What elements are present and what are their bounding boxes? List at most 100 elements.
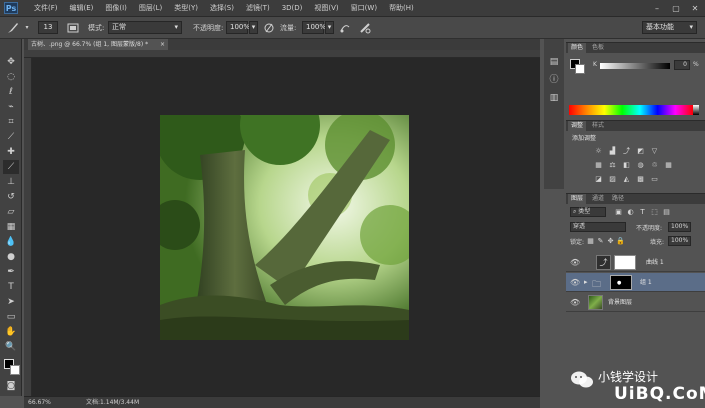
layer-filter-select[interactable]: ⌕ 类型 — [570, 207, 606, 217]
dodge-tool-icon[interactable]: ● — [3, 250, 19, 264]
document-tab[interactable]: 古树、.png @ 66.7% (组 1, 图层蒙版/8) * × — [28, 39, 168, 50]
invert-icon[interactable]: ◪ — [594, 175, 603, 183]
color-lookup-icon[interactable]: ▦ — [664, 161, 673, 169]
flow-field[interactable]: 100% — [302, 21, 326, 34]
tab-swatches[interactable]: 色板 — [592, 43, 604, 53]
group-mask-thumbnail[interactable]: ● — [610, 275, 632, 290]
lasso-tool-icon[interactable]: ℓ — [3, 85, 19, 99]
filter-type-icon[interactable]: T — [638, 208, 647, 216]
pen-tool-icon[interactable]: ✒ — [3, 265, 19, 279]
visibility-eye-icon[interactable]: 👁 — [570, 278, 580, 287]
horizontal-ruler[interactable] — [24, 50, 540, 58]
tab-channels[interactable]: 通道 — [592, 194, 604, 204]
move-tool-icon[interactable]: ✥ — [3, 55, 19, 69]
clone-stamp-tool-icon[interactable]: ⊥ — [3, 175, 19, 189]
lock-transparency-icon[interactable]: ▦ — [586, 237, 595, 245]
fill-field[interactable]: 100% — [668, 236, 691, 246]
pressure-size-icon[interactable] — [358, 21, 372, 35]
filter-pixel-icon[interactable]: ▣ — [614, 208, 623, 216]
mode-select[interactable]: 正常 ▾ — [108, 21, 182, 34]
brush-tool-icon[interactable] — [6, 21, 20, 35]
info-panel-icon[interactable]: ⓘ — [546, 73, 562, 87]
eraser-tool-icon[interactable]: ▱ — [3, 205, 19, 219]
close-tab-icon[interactable]: × — [160, 39, 165, 50]
quick-mask-icon[interactable]: ◙ — [3, 379, 19, 393]
zoom-tool-icon[interactable]: 🔍 — [3, 340, 19, 354]
blur-tool-icon[interactable]: 💧 — [3, 235, 19, 249]
minimize-button[interactable]: – — [648, 0, 666, 17]
layer-row-curves[interactable]: 👁 ⤴ 曲线 1 — [566, 253, 705, 272]
levels-icon[interactable]: ▟ — [608, 147, 617, 155]
close-button[interactable]: ✕ — [686, 0, 704, 17]
document-info[interactable]: 文档:1.14M/3.44M — [86, 397, 139, 408]
brush-size-field[interactable]: 13 — [38, 21, 58, 34]
visibility-eye-icon[interactable]: 👁 — [570, 298, 580, 307]
tab-layers[interactable]: 图层 — [568, 194, 587, 204]
quick-select-tool-icon[interactable]: ⌁ — [3, 100, 19, 114]
threshold-icon[interactable]: ◭ — [622, 175, 631, 183]
lock-pixels-icon[interactable]: ✎ — [596, 237, 605, 245]
history-panel-icon[interactable]: ▤ — [546, 55, 562, 69]
vibrance-icon[interactable]: ▽ — [650, 147, 659, 155]
zoom-level[interactable]: 66.67% — [28, 397, 51, 408]
filter-shape-icon[interactable]: ⬚ — [650, 208, 659, 216]
layer-row-group[interactable]: 👁 ▸ 🗀 ● 组 1 — [566, 273, 705, 292]
menu-image[interactable]: 图像(I) — [99, 0, 133, 17]
black-white-icon[interactable]: ◧ — [622, 161, 631, 169]
hue-saturation-icon[interactable]: ▦ — [594, 161, 603, 169]
gradient-tool-icon[interactable]: ▦ — [3, 220, 19, 234]
blend-mode-select[interactable]: 穿透 — [570, 222, 626, 232]
lock-position-icon[interactable]: ✥ — [606, 237, 615, 245]
background-thumbnail[interactable] — [588, 295, 603, 310]
healing-brush-tool-icon[interactable]: ✚ — [3, 145, 19, 159]
menu-window[interactable]: 窗口(W) — [345, 0, 383, 17]
type-tool-icon[interactable]: T — [3, 280, 19, 294]
lock-all-icon[interactable]: 🔒 — [616, 237, 625, 245]
layer-name[interactable]: 组 1 — [640, 273, 652, 292]
crop-tool-icon[interactable]: ⌗ — [3, 115, 19, 129]
tab-paths[interactable]: 路径 — [612, 194, 624, 204]
tab-color[interactable]: 颜色 — [568, 43, 587, 53]
exposure-icon[interactable]: ◩ — [636, 147, 645, 155]
photo-filter-icon[interactable]: ◍ — [636, 161, 645, 169]
history-brush-tool-icon[interactable]: ↺ — [3, 190, 19, 204]
flow-dropdown[interactable]: ▾ — [325, 21, 334, 34]
brightness-contrast-icon[interactable]: ☼ — [594, 147, 603, 155]
rectangle-tool-icon[interactable]: ▭ — [3, 310, 19, 324]
menu-filter[interactable]: 滤镜(T) — [240, 0, 276, 17]
path-select-tool-icon[interactable]: ➤ — [3, 295, 19, 309]
properties-panel-icon[interactable]: ▥ — [546, 91, 562, 105]
hand-tool-icon[interactable]: ✋ — [3, 325, 19, 339]
k-value-field[interactable]: 0 — [674, 60, 690, 70]
grayscale-ramp[interactable] — [693, 105, 699, 115]
layer-opacity-field[interactable]: 100% — [668, 222, 691, 232]
restore-button[interactable]: ▢ — [667, 0, 685, 17]
filter-adjustment-icon[interactable]: ◐ — [626, 208, 635, 216]
brush-tool-icon[interactable]: ⟋ — [3, 160, 19, 174]
menu-3d[interactable]: 3D(D) — [276, 0, 309, 17]
marquee-tool-icon[interactable]: ◌ — [3, 70, 19, 84]
expand-arrow-icon[interactable]: ▸ — [584, 278, 588, 286]
tree-photo-canvas[interactable] — [160, 115, 409, 340]
menu-help[interactable]: 帮助(H) — [383, 0, 420, 17]
tab-adjustments[interactable]: 调整 — [568, 121, 587, 131]
brush-panel-icon[interactable] — [66, 21, 80, 35]
vertical-ruler[interactable] — [24, 58, 32, 396]
opacity-field[interactable]: 100% — [226, 21, 250, 34]
channel-mixer-icon[interactable]: ♲ — [650, 161, 659, 169]
workspace-select[interactable]: 基本功能 ▾ — [642, 21, 697, 34]
selective-color-icon[interactable]: ▩ — [636, 175, 645, 183]
pressure-opacity-icon[interactable] — [262, 21, 276, 35]
filter-smart-object-icon[interactable]: ▤ — [662, 208, 671, 216]
airbrush-icon[interactable] — [338, 21, 352, 35]
menu-edit[interactable]: 编辑(E) — [64, 0, 100, 17]
curves-icon[interactable]: ⤴ — [622, 147, 631, 155]
layer-name[interactable]: 曲线 1 — [646, 253, 664, 272]
opacity-dropdown[interactable]: ▾ — [249, 21, 258, 34]
layer-name[interactable]: 背景图层 — [608, 293, 632, 312]
color-balance-icon[interactable]: ⚖ — [608, 161, 617, 169]
gradient-map-icon[interactable]: ▭ — [650, 175, 659, 183]
menu-file[interactable]: 文件(F) — [28, 0, 64, 17]
color-spectrum-bar[interactable] — [569, 105, 693, 115]
k-slider-track[interactable] — [600, 63, 670, 69]
